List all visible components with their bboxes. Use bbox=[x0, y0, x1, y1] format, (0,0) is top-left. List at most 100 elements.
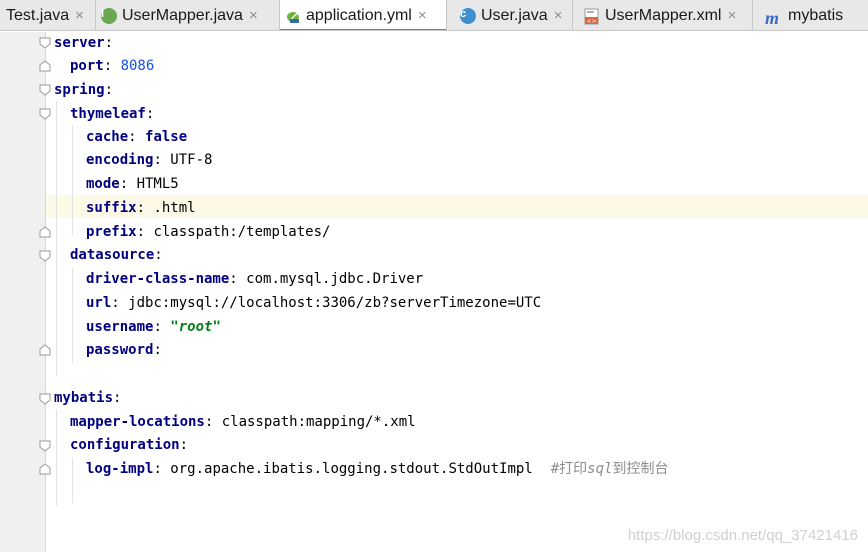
fold-open-icon[interactable] bbox=[39, 84, 51, 96]
yaml-colon: : bbox=[153, 319, 171, 335]
code-line-username[interactable]: username: "root" bbox=[86, 316, 221, 339]
fold-end-icon[interactable] bbox=[39, 344, 51, 356]
fold-open-icon[interactable] bbox=[39, 393, 51, 405]
yaml-key: configuration bbox=[70, 437, 180, 453]
close-icon[interactable]: × bbox=[727, 7, 736, 24]
tab-label: UserMapper.java bbox=[122, 7, 243, 24]
yaml-colon: : bbox=[136, 224, 154, 240]
fold-open-icon[interactable] bbox=[39, 250, 51, 262]
yaml-colon: : bbox=[204, 414, 222, 430]
code-line-driver-class-name[interactable]: driver-class-name: com.mysql.jdbc.Driver bbox=[86, 268, 423, 291]
mybatis-icon: m bbox=[765, 7, 780, 28]
yaml-comment: #打印sql到控制台 bbox=[551, 461, 669, 477]
yaml-colon: : bbox=[128, 129, 146, 145]
code-line-mybatis[interactable]: mybatis: bbox=[54, 387, 121, 410]
yaml-colon: : bbox=[119, 176, 137, 192]
yaml-key: password bbox=[86, 342, 154, 358]
yaml-key: prefix bbox=[86, 224, 137, 240]
yaml-value: com.mysql.jdbc.Driver bbox=[246, 271, 424, 287]
yaml-key: mybatis bbox=[54, 390, 114, 406]
code-line-mapper-locations[interactable]: mapper-locations: classpath:mapping/*.xm… bbox=[70, 411, 416, 434]
editor-tab-bar: Test.java × I UserMapper.java × applicat… bbox=[0, 0, 868, 31]
indent-guide bbox=[72, 125, 73, 235]
yaml-key: log-impl bbox=[86, 461, 154, 477]
code-line-url[interactable]: url: jdbc:mysql://localhost:3306/zb?serv… bbox=[86, 292, 541, 315]
fold-open-icon[interactable] bbox=[39, 440, 51, 452]
code-line-cache[interactable]: cache: false bbox=[86, 126, 187, 149]
fold-end-icon[interactable] bbox=[39, 463, 51, 475]
fold-open-icon[interactable] bbox=[39, 108, 51, 120]
yaml-colon: : bbox=[153, 342, 162, 358]
code-line-configuration[interactable]: configuration: bbox=[70, 434, 188, 457]
yaml-colon: : bbox=[113, 390, 122, 406]
comment-text: 到控制台 bbox=[612, 461, 669, 477]
yaml-value: 8086 bbox=[120, 58, 155, 74]
tab-user-java[interactable]: c User.java × bbox=[447, 0, 573, 30]
yaml-key: driver-class-name bbox=[86, 271, 230, 287]
yaml-colon: : bbox=[153, 461, 171, 477]
yaml-colon: : bbox=[103, 58, 121, 74]
yaml-colon: : bbox=[154, 247, 163, 263]
close-icon[interactable]: × bbox=[75, 7, 84, 24]
yaml-key: thymeleaf bbox=[70, 106, 146, 122]
indent-guide bbox=[72, 458, 73, 503]
close-icon[interactable]: × bbox=[554, 7, 563, 24]
yaml-value: org.apache.ibatis.logging.stdout.StdOutI… bbox=[170, 461, 533, 477]
yaml-key: cache bbox=[86, 129, 129, 145]
yaml-value: jdbc:mysql://localhost:3306/zb?serverTim… bbox=[128, 295, 542, 311]
fold-open-icon[interactable] bbox=[39, 37, 51, 49]
fold-end-icon[interactable] bbox=[39, 226, 51, 238]
code-line-spring[interactable]: spring: bbox=[54, 79, 113, 102]
yaml-key: server bbox=[54, 35, 105, 51]
tab-usermapper-java[interactable]: I UserMapper.java × bbox=[96, 0, 280, 30]
fold-end-icon[interactable] bbox=[39, 60, 51, 72]
yaml-colon: : bbox=[153, 152, 171, 168]
tab-usermapper-xml[interactable]: <> UserMapper.xml × bbox=[573, 0, 753, 30]
yaml-key: username bbox=[86, 319, 154, 335]
yaml-value: classpath:/templates/ bbox=[153, 224, 331, 240]
yaml-value: false bbox=[145, 129, 188, 145]
tab-mybatis[interactable]: m mybatis bbox=[753, 0, 868, 30]
svg-text:<>: <> bbox=[586, 18, 596, 25]
code-line-suffix[interactable]: suffix: .html bbox=[86, 197, 196, 220]
spring-leaf-icon bbox=[285, 8, 301, 24]
tab-label: Test.java bbox=[6, 7, 70, 24]
yaml-key: mode bbox=[86, 176, 120, 192]
yaml-colon: : bbox=[136, 200, 154, 216]
code-line-log-impl[interactable]: log-impl: org.apache.ibatis.logging.stdo… bbox=[86, 458, 668, 481]
yaml-colon: : bbox=[145, 106, 155, 122]
yaml-value: .html bbox=[153, 200, 196, 216]
indent-guide bbox=[56, 410, 57, 506]
yaml-colon: : bbox=[111, 295, 129, 311]
tab-label: mybatis bbox=[788, 7, 844, 24]
yaml-key: mapper-locations bbox=[70, 414, 205, 430]
close-icon[interactable]: × bbox=[249, 7, 258, 24]
watermark: https://blog.csdn.net/qq_37421416 bbox=[627, 527, 858, 544]
code-line-server[interactable]: server: bbox=[54, 32, 113, 55]
code-line-mode[interactable]: mode: HTML5 bbox=[86, 173, 179, 196]
yaml-key: encoding bbox=[86, 152, 154, 168]
yaml-key: url bbox=[86, 295, 112, 311]
tab-application-yml[interactable]: application.yml × bbox=[280, 0, 447, 30]
yaml-colon: : bbox=[179, 437, 189, 453]
yaml-string-value: "root" bbox=[170, 319, 221, 335]
close-icon[interactable]: × bbox=[418, 7, 427, 24]
xml-file-icon: <> bbox=[584, 8, 600, 25]
tab-label: User.java bbox=[481, 7, 548, 24]
code-line-port[interactable]: port: 8086 bbox=[70, 55, 154, 78]
yaml-key: suffix bbox=[86, 200, 137, 216]
yaml-colon: : bbox=[229, 271, 247, 287]
code-line-encoding[interactable]: encoding: UTF-8 bbox=[86, 149, 212, 172]
yaml-key: spring bbox=[54, 82, 105, 98]
comment-text: #打印 bbox=[550, 461, 588, 477]
code-line-prefix[interactable]: prefix: classpath:/templates/ bbox=[86, 221, 330, 244]
code-line-password[interactable]: password: bbox=[86, 339, 162, 362]
code-line-datasource[interactable]: datasource: bbox=[70, 244, 163, 267]
indent-guide bbox=[72, 268, 73, 363]
code-line-thymeleaf[interactable]: thymeleaf: bbox=[70, 103, 154, 126]
code-editor[interactable]: server: port: 8086 spring: thymeleaf: ca… bbox=[0, 32, 868, 552]
yaml-key: port bbox=[70, 58, 104, 74]
indent-guide bbox=[56, 101, 57, 376]
tab-test-java[interactable]: Test.java × bbox=[0, 0, 96, 30]
class-icon: c bbox=[460, 7, 476, 24]
